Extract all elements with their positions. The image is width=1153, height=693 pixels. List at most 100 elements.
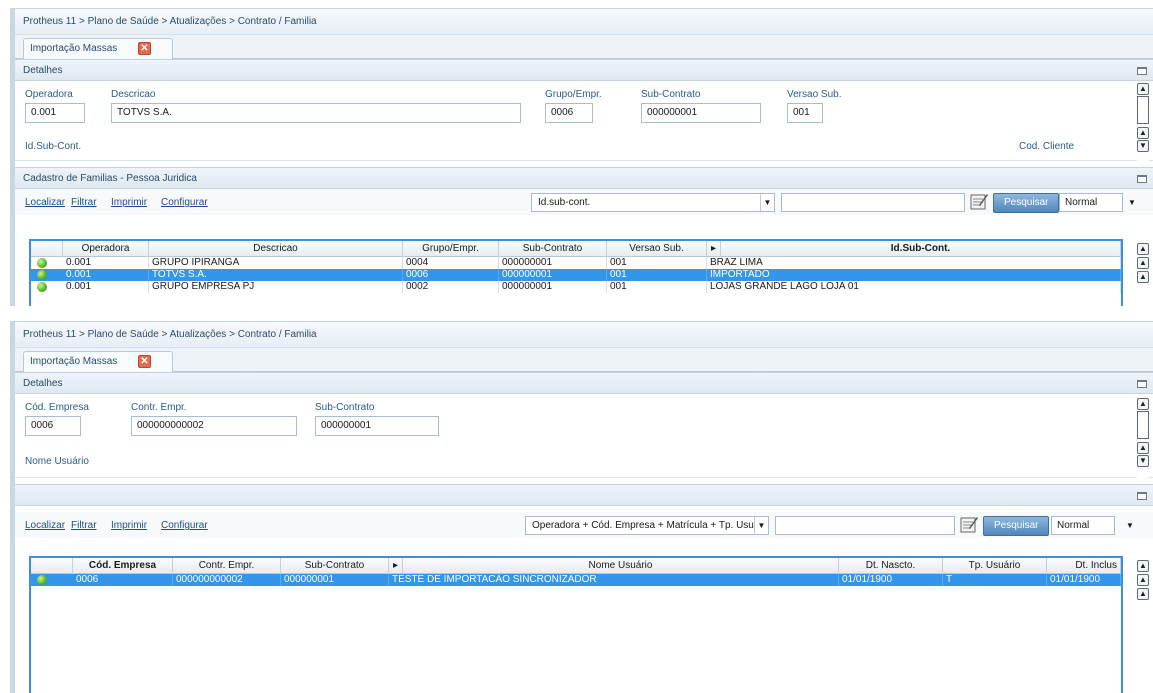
cod-empresa-field[interactable]: 0006	[25, 416, 81, 436]
table-row-selected[interactable]: 0.001 TOTVS S.A. 0006 000000001 001 IMPO…	[31, 269, 1121, 281]
grupo-empr-label: Grupo/Empr.	[545, 89, 602, 100]
minimize-icon[interactable]	[1137, 175, 1147, 183]
close-icon[interactable]: ✕	[138, 355, 151, 368]
column-header[interactable]: Contr. Empr.	[173, 558, 281, 574]
table-row[interactable]: 0.001 GRUPO IPIRANGA 0004 000000001 001 …	[31, 257, 1121, 269]
descricao-field[interactable]: TOTVS S.A.	[111, 103, 521, 123]
scroll-up-icon[interactable]: ▲	[1137, 442, 1149, 454]
scroll-top-icon[interactable]: ▲	[1137, 560, 1149, 572]
column-header[interactable]: Sub-Contrato	[499, 241, 607, 257]
filtrar-link[interactable]: Filtrar	[71, 197, 97, 208]
bottom-window: Protheus 11 > Plano de Saúde > Atualizaç…	[10, 321, 1153, 693]
cell: 0.001	[63, 269, 149, 281]
mode-select[interactable]: Normal	[1059, 193, 1123, 212]
search-button[interactable]: Pesquisar	[993, 193, 1060, 213]
column-header[interactable]: Nome Usuário	[403, 558, 839, 574]
scroll-up-icon[interactable]: ▲	[1137, 588, 1149, 600]
cod-empresa-label: Cód. Empresa	[25, 402, 89, 413]
cell: IMPORTADO	[707, 269, 1121, 281]
chevron-down-icon[interactable]: ▼	[754, 517, 768, 534]
breadcrumb: Protheus 11 > Plano de Saúde > Atualizaç…	[15, 322, 1153, 348]
notepad-icon[interactable]	[959, 514, 979, 534]
search-input[interactable]	[781, 193, 965, 212]
column-header[interactable]: Descricao	[149, 241, 403, 257]
index-select[interactable]: Id.sub-cont. ▼	[531, 193, 775, 212]
versao-sub-field[interactable]: 001	[787, 103, 823, 123]
nome-usuario-label: Nome Usuário	[25, 456, 89, 467]
column-header[interactable]: Cód. Empresa	[73, 558, 173, 574]
notepad-icon[interactable]	[969, 191, 989, 211]
cell: 0.001	[63, 257, 149, 269]
search-button[interactable]: Pesquisar	[983, 516, 1050, 536]
sub-contrato-field[interactable]: 000000001	[315, 416, 439, 436]
scroll-up-icon[interactable]: ▲	[1137, 271, 1149, 283]
close-icon[interactable]: ✕	[138, 42, 151, 55]
details-scrollbar[interactable]: ▲ ▲ ▼	[1137, 394, 1149, 478]
scroll-up-icon[interactable]: ▲	[1137, 83, 1149, 95]
table-row-selected[interactable]: 0006 000000000002 000000001 TESTE DE IMP…	[31, 574, 1121, 586]
scroll-down-icon[interactable]: ▼	[1137, 140, 1149, 152]
list-panel-header: Cadastro de Familias - Pessoa Juridica	[15, 167, 1153, 189]
chevron-down-icon[interactable]: ▼	[1123, 516, 1137, 535]
column-header[interactable]: Grupo/Empr.	[403, 241, 499, 257]
panel-title: Detalhes	[23, 378, 63, 389]
column-header[interactable]: Operadora	[63, 241, 149, 257]
cell: 000000001	[499, 257, 607, 269]
column-header[interactable]: Sub-Contrato	[281, 558, 389, 574]
column-header[interactable]: Dt. Nascto.	[839, 558, 943, 574]
mode-select[interactable]: Normal	[1051, 516, 1115, 535]
imprimir-link[interactable]: Imprimir	[111, 520, 147, 531]
minimize-icon[interactable]	[1137, 67, 1147, 75]
scroll-down-icon[interactable]: ▼	[1137, 455, 1149, 467]
configurar-link[interactable]: Configurar	[161, 197, 208, 208]
cell: TOTVS S.A.	[149, 269, 403, 281]
grid-scrollbar[interactable]: ▲ ▲ ▲	[1137, 241, 1149, 301]
chevron-down-icon[interactable]: ▼	[760, 194, 774, 211]
column-header[interactable]: Tp. Usuário	[943, 558, 1047, 574]
localizar-link[interactable]: Localizar	[25, 520, 65, 531]
chevron-down-icon[interactable]: ▼	[1125, 193, 1139, 212]
column-header[interactable]: Dt. Inclus	[1047, 558, 1121, 574]
scroll-up-icon[interactable]: ▲	[1137, 127, 1149, 139]
tab-bar: Importação Massas ✕	[15, 348, 1153, 372]
cell: LOJAS GRANDE LAGO LOJA 01	[707, 281, 1121, 293]
sub-contrato-label: Sub-Contrato	[641, 89, 701, 100]
top-window: Protheus 11 > Plano de Saúde > Atualizaç…	[10, 8, 1153, 306]
panel-title: Cadastro de Familias - Pessoa Juridica	[23, 173, 197, 184]
column-header[interactable]: Versao Sub.	[607, 241, 707, 257]
index-select[interactable]: Operadora + Cód. Empresa + Matrícula + T…	[525, 516, 769, 535]
cell: 0004	[403, 257, 499, 269]
cell: 01/01/1900	[839, 574, 943, 586]
grid-scrollbar[interactable]: ▲ ▲ ▲	[1137, 558, 1149, 618]
scroll-track[interactable]	[1137, 411, 1149, 439]
sub-contrato-field[interactable]: 000000001	[641, 103, 761, 123]
scroll-page-up-icon[interactable]: ▲	[1137, 257, 1149, 269]
operadora-field[interactable]: 0.001	[25, 103, 85, 123]
tab-importacao-massas[interactable]: Importação Massas ✕	[23, 351, 173, 372]
minimize-icon[interactable]	[1137, 492, 1147, 500]
configurar-link[interactable]: Configurar	[161, 520, 208, 531]
details-scrollbar[interactable]: ▲ ▲ ▼	[1137, 81, 1149, 161]
sub-contrato-label: Sub-Contrato	[315, 402, 375, 413]
list-panel-header	[15, 484, 1153, 506]
grupo-empr-field[interactable]: 0006	[545, 103, 593, 123]
details-panel-header: Detalhes	[15, 59, 1153, 81]
scroll-track[interactable]	[1137, 96, 1149, 124]
scroll-up-icon[interactable]: ▲	[1137, 398, 1149, 410]
filtrar-link[interactable]: Filtrar	[71, 520, 97, 531]
imprimir-link[interactable]: Imprimir	[111, 197, 147, 208]
operadora-label: Operadora	[25, 89, 73, 100]
localizar-link[interactable]: Localizar	[25, 197, 65, 208]
scroll-top-icon[interactable]: ▲	[1137, 243, 1149, 255]
column-header[interactable]: Id.Sub-Cont.	[721, 241, 1121, 257]
scroll-page-up-icon[interactable]: ▲	[1137, 574, 1149, 586]
cell: 01/01/1900	[1047, 574, 1121, 586]
cell: 000000001	[499, 281, 607, 293]
tab-importacao-massas[interactable]: Importação Massas ✕	[23, 38, 173, 59]
search-input[interactable]	[775, 516, 955, 535]
minimize-icon[interactable]	[1137, 380, 1147, 388]
green-status-icon	[37, 282, 47, 292]
table-row[interactable]: 0.001 GRUPO EMPRESA PJ 0002 000000001 00…	[31, 281, 1121, 293]
contr-empr-field[interactable]: 000000000002	[131, 416, 297, 436]
descricao-label: Descricao	[111, 89, 156, 100]
